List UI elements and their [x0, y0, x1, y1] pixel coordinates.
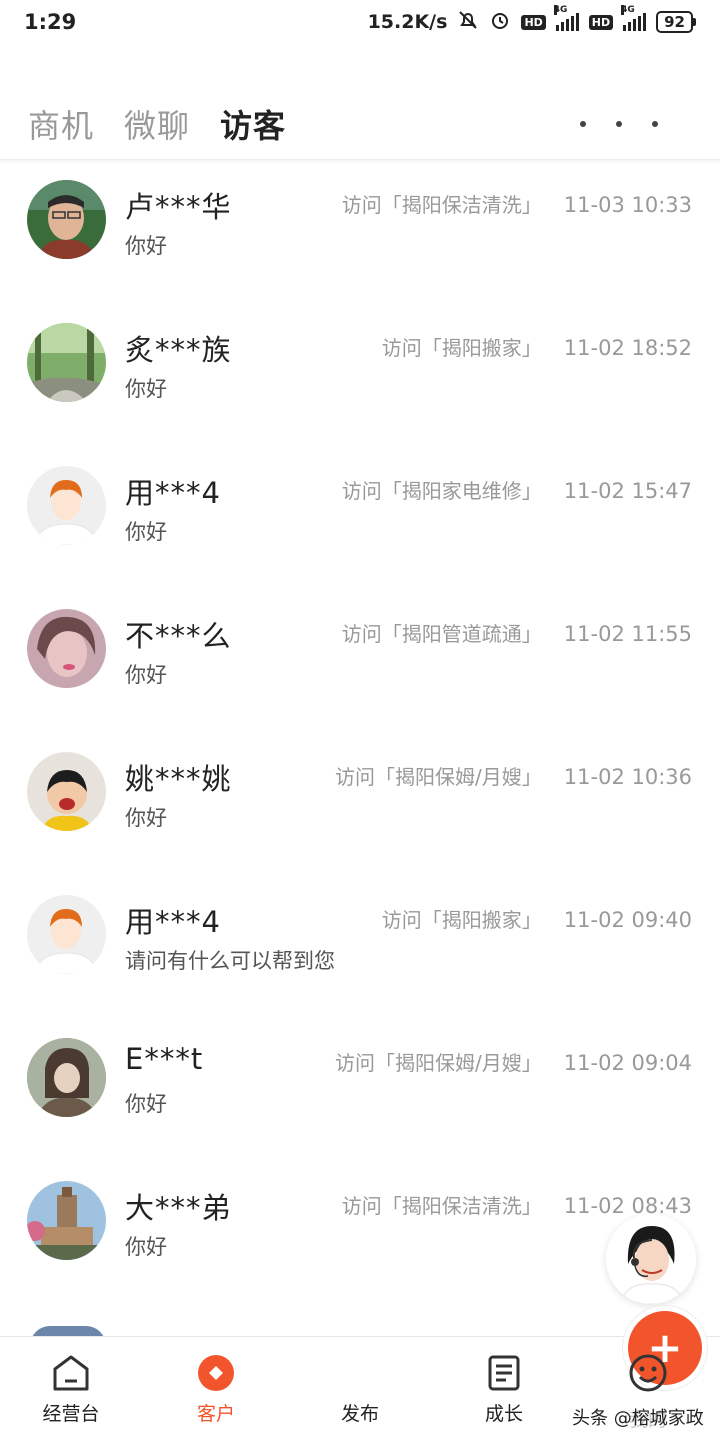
visit-info: 访问「揭阳保洁清洗」 11-03 10:33 — [342, 189, 692, 218]
visit-time: 11-03 10:33 — [563, 193, 692, 217]
list-item[interactable]: 不***么 你好 访问「揭阳管道疏通」 11-02 11:55 — [0, 589, 720, 732]
mute-bell-icon — [457, 9, 479, 36]
smile-icon — [628, 1353, 668, 1393]
visit-time: 11-02 10:36 — [563, 765, 692, 789]
avatar — [27, 609, 106, 688]
avatar — [27, 752, 106, 831]
nav-customers[interactable]: 客户 — [161, 1337, 271, 1440]
visit-info: 访问「揭阳保姆/月嫂」 11-02 09:04 — [335, 1047, 692, 1076]
tab-visitors[interactable]: 访客 — [220, 101, 286, 147]
visit-page: 访问「揭阳家电维修」 — [341, 479, 542, 503]
visit-page: 访问「揭阳保姆/月嫂」 — [335, 1051, 542, 1075]
more-icon[interactable] — [580, 120, 692, 127]
nav-label: 客户 — [196, 1403, 235, 1425]
visit-page: 访问「揭阳保姆/月嫂」 — [335, 765, 542, 789]
tab-chat[interactable]: 微聊 — [124, 101, 190, 147]
battery-level: 92 — [656, 11, 693, 33]
signal-icon: 4G — [621, 5, 647, 31]
nav-label: 成长 — [484, 1403, 523, 1425]
visitor-message: 你好 — [125, 234, 167, 258]
avatar — [27, 1038, 106, 1117]
net-speed: 15.2K/s — [367, 11, 448, 33]
list-item[interactable]: 用***4 你好 访问「揭阳家电维修」 11-02 15:47 — [0, 446, 720, 589]
battery-icon: 92 — [656, 11, 696, 33]
visitor-name: E***t — [125, 1042, 204, 1076]
status-time: 1:29 — [24, 10, 77, 34]
home-icon — [51, 1353, 91, 1393]
visit-time: 11-02 08:43 — [563, 1194, 692, 1218]
visitor-message: 你好 — [125, 1092, 167, 1116]
network-type: 4G — [621, 5, 635, 15]
visitor-message: 你好 — [125, 806, 167, 830]
avatar — [27, 895, 106, 974]
visit-page: 访问「揭阳管道疏通」 — [341, 622, 542, 646]
visit-page: 访问「揭阳搬家」 — [381, 908, 542, 932]
status-bar: 1:29 15.2K/s HD 4G HD 4G 92 — [0, 0, 720, 44]
visitor-message: 你好 — [125, 1235, 167, 1259]
visit-info: 访问「揭阳搬家」 11-02 09:40 — [382, 904, 692, 933]
list-item[interactable]: 姚***姚 你好 访问「揭阳保姆/月嫂」 11-02 10:36 — [0, 732, 720, 875]
status-icons: 15.2K/s HD 4G HD 4G 92 — [367, 5, 696, 36]
signal-icon: 4G — [553, 5, 579, 31]
hd-badge: HD — [588, 14, 614, 30]
visitor-name: 姚***姚 — [125, 762, 232, 796]
visit-info: 访问「揭阳家电维修」 11-02 15:47 — [342, 475, 692, 504]
visit-time: 11-02 15:47 — [563, 479, 692, 503]
avatar — [27, 180, 106, 259]
nav-growth[interactable]: 成长 — [449, 1337, 559, 1440]
visitor-name: 不***么 — [125, 619, 232, 653]
visit-page: 访问「揭阳搬家」 — [381, 336, 542, 360]
visitor-name: 大***弟 — [125, 1191, 232, 1225]
visitor-message: 你好 — [125, 520, 167, 544]
visitor-message: 你好 — [125, 663, 167, 687]
customer-icon — [196, 1353, 236, 1393]
list-item[interactable]: 炙***族 你好 访问「揭阳搬家」 11-02 18:52 — [0, 303, 720, 446]
visitor-name: 用***4 — [125, 476, 221, 510]
document-icon — [484, 1353, 524, 1393]
list-item[interactable]: E***t 你好 访问「揭阳保姆/月嫂」 11-02 09:04 — [0, 1018, 720, 1161]
customer-service-button[interactable] — [606, 1214, 696, 1304]
avatar — [27, 1181, 106, 1260]
tab-business[interactable]: 商机 — [28, 101, 94, 147]
visitor-name: 炙***族 — [125, 333, 232, 367]
visit-time: 11-02 09:04 — [563, 1051, 692, 1075]
avatar — [27, 466, 106, 545]
visit-time: 11-02 11:55 — [563, 622, 692, 646]
visitor-message: 你好 — [125, 377, 167, 401]
avatar — [27, 323, 106, 402]
nav-publish[interactable]: + 发布 — [305, 1311, 702, 1440]
visitor-name: 卢***华 — [125, 190, 232, 224]
list-item[interactable]: 卢***华 你好 访问「揭阳保洁清洗」 11-03 10:33 — [0, 160, 720, 303]
nav-dashboard[interactable]: 经营台 — [16, 1337, 126, 1440]
visit-info: 访问「揭阳管道疏通」 11-02 11:55 — [342, 618, 692, 647]
list-item[interactable]: 用***4 请问有什么可以帮到您 访问「揭阳搬家」 11-02 09:40 — [0, 875, 720, 1018]
visit-info: 访问「揭阳搬家」 11-02 18:52 — [382, 332, 692, 361]
visit-page: 访问「揭阳保洁清洗」 — [341, 193, 542, 217]
visit-time: 11-02 18:52 — [563, 336, 692, 360]
visit-info: 访问「揭阳保姆/月嫂」 11-02 10:36 — [335, 761, 692, 790]
watermark: 头条 @榕城家政 — [572, 1408, 704, 1429]
visitor-message: 请问有什么可以帮到您 — [125, 949, 335, 973]
visitor-name: 用***4 — [125, 905, 221, 939]
tabs-header: 商机 微聊 访客 — [0, 88, 720, 160]
hd-badge: HD — [521, 14, 546, 30]
visit-time: 11-02 09:40 — [563, 908, 692, 932]
visit-page: 访问「揭阳保洁清洗」 — [341, 1194, 542, 1218]
network-type: 4G — [553, 5, 568, 15]
nav-label: 发布 — [340, 1403, 379, 1425]
alarm-icon — [489, 9, 511, 36]
nav-label: 经营台 — [42, 1403, 100, 1425]
